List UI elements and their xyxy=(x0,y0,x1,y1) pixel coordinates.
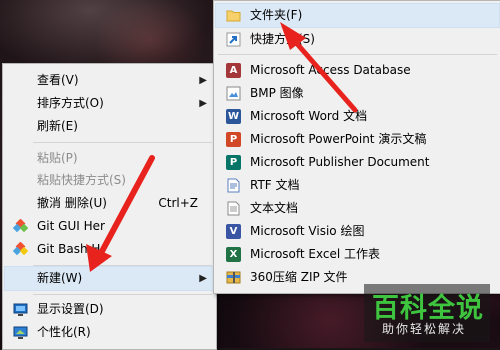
publisher-icon: P xyxy=(226,155,241,170)
menu-item-label: Microsoft Access Database xyxy=(250,63,411,77)
menu-item-display-settings[interactable]: 显示设置(D) xyxy=(5,298,214,321)
menu-item-label: 撤消 删除(U) xyxy=(37,196,107,210)
menu-item-new[interactable]: 新建(W) ▶ xyxy=(4,266,215,291)
new-shortcut-item[interactable]: 快捷方式(S) xyxy=(216,28,499,51)
desktop-context-menu: 查看(V) ▶ 排序方式(O) ▶ 刷新(E) 粘贴(P) 粘贴快捷方式(S) … xyxy=(2,63,217,350)
menu-item-label: Microsoft PowerPoint 演示文稿 xyxy=(250,132,427,146)
menu-item-paste-shortcut[interactable]: 粘贴快捷方式(S) xyxy=(5,169,214,192)
folder-icon xyxy=(226,8,241,23)
new-powerpoint-item[interactable]: P Microsoft PowerPoint 演示文稿 xyxy=(216,128,499,151)
menu-item-label: Microsoft Word 文档 xyxy=(250,109,368,123)
new-rtf-document-item[interactable]: RTF 文档 xyxy=(216,174,499,197)
menu-item-label: 文件夹(F) xyxy=(250,8,303,22)
menu-item-label: 360压缩 ZIP 文件 xyxy=(250,270,348,284)
menu-separator xyxy=(33,142,212,143)
chevron-right-icon: ▶ xyxy=(199,75,207,86)
menu-item-label: 刷新(E) xyxy=(37,119,78,133)
menu-item-shortcut: Ctrl+Z xyxy=(158,196,198,210)
new-submenu: 文件夹(F) 快捷方式(S) A Microsoft Access Databa… xyxy=(213,0,500,294)
menu-item-label: RTF 文档 xyxy=(250,178,300,192)
menu-item-label: Git GUI Her xyxy=(37,219,105,233)
visio-icon: V xyxy=(226,224,241,239)
menu-item-label: BMP 图像 xyxy=(250,86,304,100)
new-bmp-image-item[interactable]: BMP 图像 xyxy=(216,82,499,105)
menu-item-label: 快捷方式(S) xyxy=(250,32,315,46)
chevron-right-icon: ▶ xyxy=(199,98,207,109)
new-word-document-item[interactable]: W Microsoft Word 文档 xyxy=(216,105,499,128)
watermark-subtitle: 助你轻松解决 xyxy=(382,322,467,336)
menu-item-label: Microsoft Excel 工作表 xyxy=(250,247,381,261)
new-visio-drawing-item[interactable]: V Microsoft Visio 绘图 xyxy=(216,220,499,243)
git-gui-icon xyxy=(12,218,29,234)
watermark: 百科全说 助你轻松解决 xyxy=(364,284,490,342)
personalize-icon xyxy=(13,325,28,340)
menu-item-label: Git Bash H xyxy=(37,242,101,256)
menu-item-label: 显示设置(D) xyxy=(37,302,104,316)
menu-item-git-bash[interactable]: Git Bash H xyxy=(5,238,214,261)
new-publisher-item[interactable]: P Microsoft Publisher Document xyxy=(216,151,499,174)
new-access-database-item[interactable]: A Microsoft Access Database xyxy=(216,59,499,82)
chevron-right-icon: ▶ xyxy=(199,273,207,284)
menu-item-label: Microsoft Publisher Document xyxy=(250,155,430,169)
zip-archive-icon xyxy=(226,270,241,285)
menu-item-personalize[interactable]: 个性化(R) xyxy=(5,321,214,344)
menu-item-label: 粘贴快捷方式(S) xyxy=(37,173,126,187)
menu-item-paste[interactable]: 粘贴(P) xyxy=(5,147,214,170)
menu-item-git-gui[interactable]: Git GUI Her xyxy=(5,215,214,238)
menu-separator xyxy=(218,54,497,55)
menu-item-sort-by[interactable]: 排序方式(O) ▶ xyxy=(5,92,214,115)
menu-item-view[interactable]: 查看(V) ▶ xyxy=(5,69,214,92)
menu-item-label: 文本文档 xyxy=(250,201,299,215)
text-document-icon xyxy=(226,201,241,216)
access-icon: A xyxy=(226,63,241,78)
menu-item-label: 个性化(R) xyxy=(37,325,91,339)
bmp-image-icon xyxy=(226,86,241,101)
word-icon: W xyxy=(226,109,241,124)
menu-item-undo-delete[interactable]: 撤消 删除(U) Ctrl+Z xyxy=(5,192,214,215)
menu-item-label: 粘贴(P) xyxy=(37,151,78,165)
powerpoint-icon: P xyxy=(226,132,241,147)
new-excel-worksheet-item[interactable]: X Microsoft Excel 工作表 xyxy=(216,243,499,266)
menu-item-label: 排序方式(O) xyxy=(37,96,104,110)
menu-separator xyxy=(33,294,212,295)
new-text-document-item[interactable]: 文本文档 xyxy=(216,197,499,220)
menu-item-refresh[interactable]: 刷新(E) xyxy=(5,115,214,138)
shortcut-icon xyxy=(226,32,241,47)
menu-item-label: 新建(W) xyxy=(37,271,83,285)
menu-separator xyxy=(33,265,212,266)
new-folder-item[interactable]: 文件夹(F) xyxy=(215,3,500,28)
menu-item-label: Microsoft Visio 绘图 xyxy=(250,224,365,238)
git-bash-icon xyxy=(12,241,29,257)
rtf-document-icon xyxy=(226,178,241,193)
menu-item-label: 查看(V) xyxy=(37,73,79,87)
display-settings-icon xyxy=(13,302,28,317)
excel-icon: X xyxy=(226,247,241,262)
